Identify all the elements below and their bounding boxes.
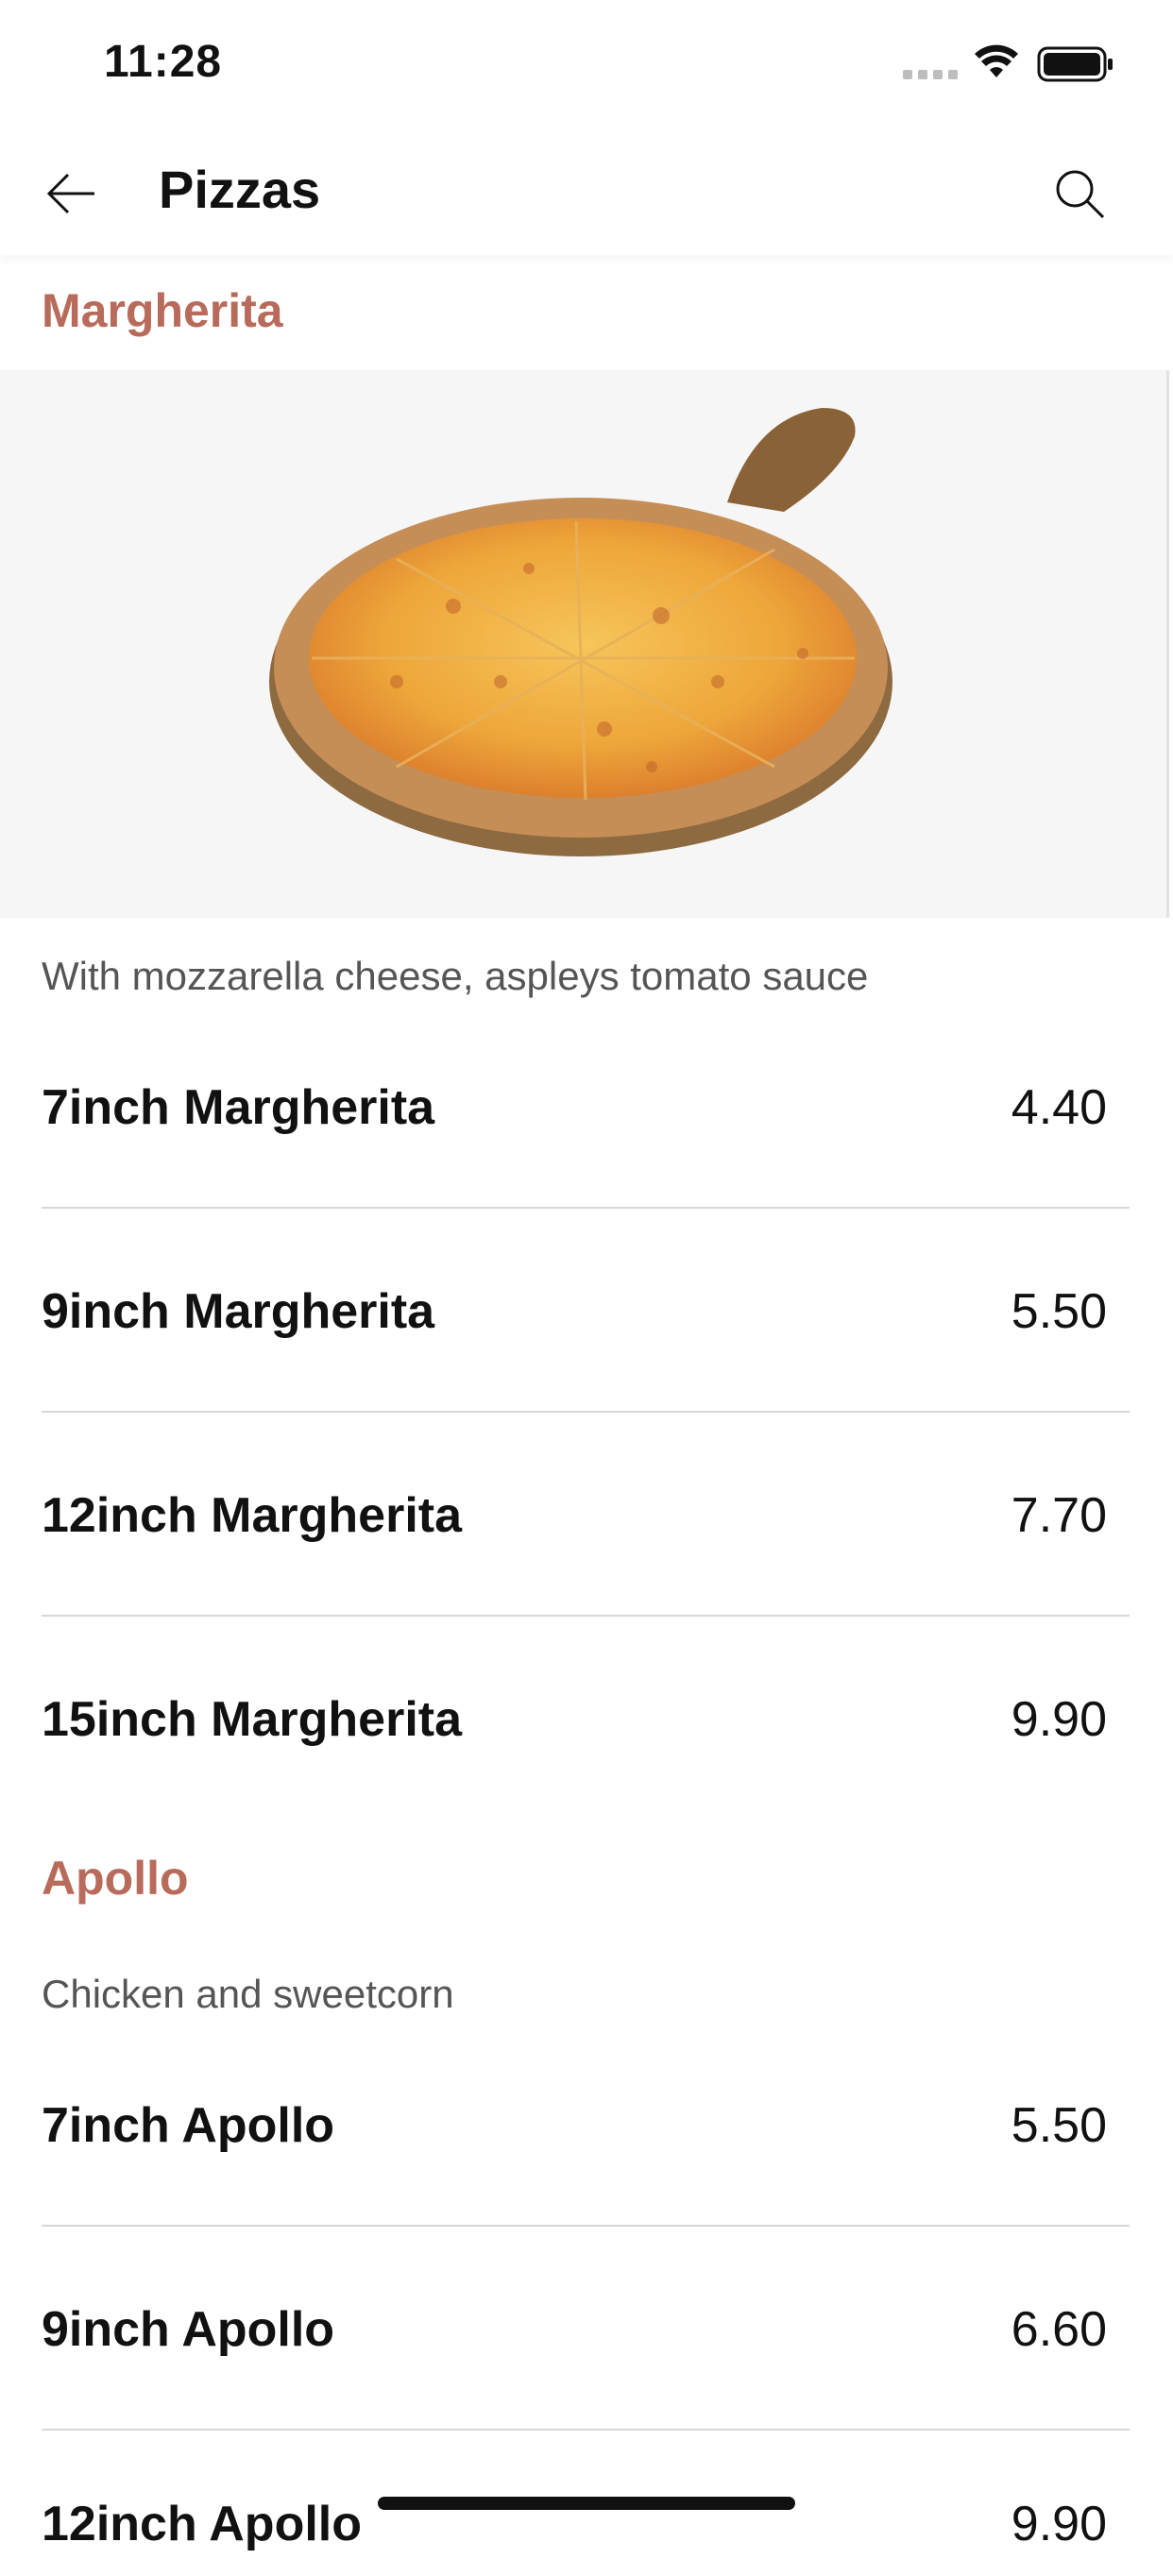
arrow-left-icon[interactable]: [42, 164, 100, 223]
section-description-apollo: Chicken and sweetcorn: [42, 1972, 454, 2016]
divider: [42, 2429, 1130, 2431]
section-description-margherita: With mozzarella cheese, aspleys tomato s…: [42, 954, 869, 998]
menu-item-15inch-margherita[interactable]: 15inch Margherita 9.90: [42, 1668, 1130, 1771]
divider: [42, 1615, 1130, 1617]
menu-item-12inch-margherita[interactable]: 12inch Margherita 7.70: [42, 1464, 1130, 1568]
pizza-illustration: [269, 408, 892, 856]
item-name: 7inch Margherita: [42, 1080, 435, 1135]
cellular-signal-icon: [903, 70, 958, 79]
section-title-margherita: Margherita: [42, 284, 283, 337]
item-price: 6.60: [1011, 2302, 1107, 2357]
item-price: 4.40: [1011, 1080, 1107, 1135]
item-name: 7inch Apollo: [42, 2098, 335, 2153]
hero-edge: [1166, 370, 1169, 918]
menu-item-9inch-margherita[interactable]: 9inch Margherita 5.50: [42, 1260, 1130, 1364]
item-name: 9inch Margherita: [42, 1284, 435, 1339]
page-title: Pizzas: [159, 160, 321, 219]
item-price: 9.90: [1011, 1692, 1107, 1747]
menu-item-7inch-apollo[interactable]: 7inch Apollo 5.50: [42, 2074, 1130, 2178]
home-indicator[interactable]: [378, 2497, 795, 2510]
menu-item-9inch-apollo[interactable]: 9inch Apollo 6.60: [42, 2278, 1130, 2381]
item-name: 12inch Margherita: [42, 1488, 463, 1543]
menu-item-12inch-apollo[interactable]: 12inch Apollo 9.90: [42, 2472, 1130, 2576]
search-icon[interactable]: [1050, 164, 1109, 223]
wifi-icon: [975, 44, 1018, 77]
battery-icon: [1037, 46, 1113, 82]
item-price: 5.50: [1011, 2098, 1107, 2153]
app-bar: Pizzas: [0, 132, 1173, 255]
item-name: 12inch Apollo: [42, 2497, 362, 2551]
divider: [42, 1207, 1130, 1209]
item-price: 9.90: [1011, 2497, 1107, 2551]
divider: [42, 1411, 1130, 1413]
divider: [42, 2225, 1130, 2227]
margherita-pizza-image: [0, 370, 1169, 918]
status-bar: 11:28: [0, 0, 1173, 123]
status-time: 11:28: [104, 37, 223, 87]
item-price: 5.50: [1011, 1284, 1107, 1339]
section-title-apollo: Apollo: [42, 1852, 189, 1905]
item-name: 9inch Apollo: [42, 2302, 335, 2357]
menu-item-7inch-margherita[interactable]: 7inch Margherita 4.40: [42, 1056, 1130, 1160]
item-name: 15inch Margherita: [42, 1692, 463, 1747]
item-price: 7.70: [1011, 1488, 1107, 1543]
